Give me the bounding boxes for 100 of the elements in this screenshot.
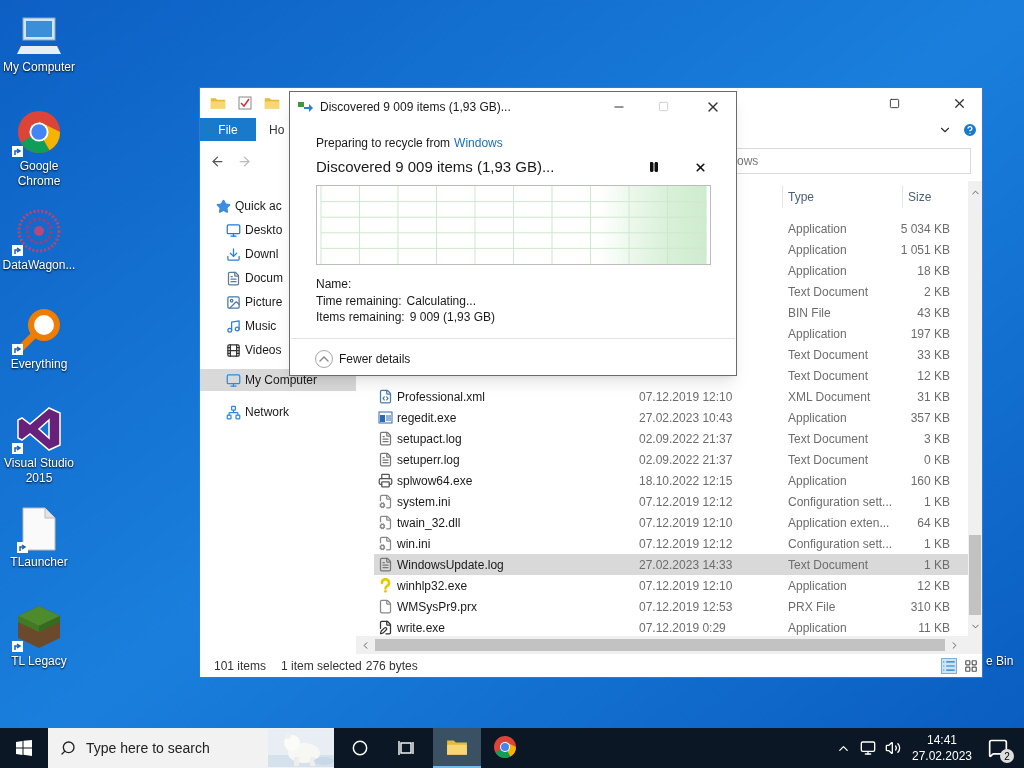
file-type: Application [788, 263, 847, 278]
file-type: Application exten... [788, 515, 890, 530]
visual-studio-icon [16, 406, 62, 452]
transfer-icon [298, 100, 314, 113]
file-row[interactable]: WindowsUpdate.log 27.02.2023 14:33 Text Document 1 KB [374, 554, 968, 575]
question-mark-icon [378, 578, 393, 593]
file-size: 357 KB [910, 409, 950, 427]
file-row[interactable]: system.ini 07.12.2019 12:12 Configuration sett... 1 KB [374, 491, 968, 512]
progress-heading: Discovered 9 009 items (1,93 GB)... [316, 156, 555, 177]
back-icon[interactable] [210, 153, 225, 169]
detail-value: Calculating... [406, 292, 476, 309]
file-row[interactable]: write.exe 07.12.2019 0:29 Application 11 KB [374, 617, 968, 638]
nav-item[interactable]: Downl [200, 243, 356, 265]
file-size: 11 KB [918, 619, 950, 637]
file-row[interactable]: twain_32.dll 07.12.2019 12:10 Application exten... 64 KB [374, 512, 968, 533]
desktop-icon-label[interactable]: DataWagon... [2, 258, 76, 273]
nav-item[interactable]: Quick ac [200, 195, 356, 217]
source-link[interactable]: Windows [454, 134, 503, 152]
film-icon [226, 342, 241, 358]
desktop-icon-label[interactable]: My Computer [3, 60, 75, 75]
text-file-icon [378, 452, 393, 467]
file-size: 12 KB [917, 367, 950, 385]
clock[interactable]: 14:41 27.02.2023 [911, 732, 973, 764]
file-row[interactable]: winhlp32.exe 07.12.2019 12:10 Application 12 KB [374, 575, 968, 596]
desktop-icon-label[interactable]: Visual Studio 2015 [0, 456, 78, 486]
file-size: 1 KB [924, 556, 950, 574]
task-view-icon[interactable] [398, 740, 416, 756]
column-header[interactable]: Size [903, 186, 968, 208]
windows-logo-icon [16, 740, 32, 756]
desktop-icon-label[interactable]: Everything [10, 357, 68, 372]
chrome-icon [493, 735, 517, 759]
file-menu-tab[interactable]: File [200, 118, 256, 141]
gear-file-icon [378, 494, 393, 509]
help-icon[interactable] [962, 121, 978, 138]
mandala-icon [16, 208, 62, 254]
file-row[interactable]: Professional.xml 07.12.2019 12:10 XML Document 31 KB [374, 386, 968, 407]
file-row[interactable]: setupact.log 02.09.2022 21:37 Text Document 3 KB [374, 428, 968, 449]
file-type: Application [788, 242, 847, 257]
nav-item[interactable]: Deskto [200, 219, 356, 241]
file-name: setupact.log [397, 430, 462, 448]
desktop-icon-label[interactable]: e Bin [986, 652, 1014, 670]
file-size: 18 KB [917, 262, 950, 280]
search-field[interactable]: ows [735, 148, 971, 174]
nav-item[interactable]: Network [200, 401, 356, 423]
file-row[interactable]: splwow64.exe 18.10.2022 12:15 Application 160 KB [374, 470, 968, 491]
detail-label: Name: [316, 276, 352, 293]
file-row[interactable]: WMSysPr9.prx 07.12.2019 12:53 PRX File 310 KB [374, 596, 968, 617]
column-header[interactable]: Type [783, 186, 903, 208]
desktop-icon-label[interactable]: TLauncher [10, 555, 68, 570]
file-date: 27.02.2023 14:33 [639, 557, 733, 572]
window-title: Discovered 9 009 items (1,93 GB)... [320, 98, 511, 116]
file-size: 310 KB [910, 598, 950, 616]
file-type: PRX File [788, 599, 836, 614]
desktop-icon-label[interactable]: Google Chrome [0, 159, 78, 189]
tiles-view-icon[interactable] [964, 658, 978, 673]
gear-file-icon [378, 536, 393, 551]
computer-icon [17, 16, 61, 56]
registry-icon [378, 410, 393, 425]
code-file-icon [378, 389, 393, 404]
file-size: 31 KB [917, 388, 950, 406]
grass-block-icon [16, 604, 62, 650]
notification-count: 2 [1000, 749, 1014, 763]
detail-label: Items remaining: [316, 309, 405, 326]
file-name: winhlp32.exe [397, 577, 468, 595]
scrollbar-thumb[interactable] [969, 535, 981, 615]
file-row[interactable]: regedit.exe 27.02.2023 10:43 Application 357 KB [374, 407, 968, 428]
document-icon [226, 270, 241, 286]
ribbon-tab[interactable]: Ho [256, 118, 298, 141]
file-type: Text Document [788, 557, 869, 572]
taskbar-app[interactable] [433, 728, 481, 768]
maximize-icon[interactable] [889, 97, 900, 109]
search-field[interactable]: Type here to search [48, 728, 334, 768]
checklist-icon[interactable] [238, 96, 252, 110]
pause-icon[interactable] [648, 161, 660, 173]
detail-label: Time remaining: [316, 292, 402, 309]
cortana-icon[interactable] [352, 740, 368, 756]
file-row[interactable]: setuperr.log 02.09.2022 21:37 Text Document 0 KB [374, 449, 968, 470]
fewer-details-button[interactable]: Fewer details [315, 349, 411, 368]
network-icon [226, 404, 241, 420]
desktop-icon-label[interactable]: TL Legacy [11, 654, 67, 669]
file-size: 197 KB [910, 325, 950, 343]
chrome-icon [16, 109, 62, 155]
horizontal-scrollbar[interactable] [356, 636, 982, 654]
details-view-icon[interactable] [941, 657, 957, 674]
file-type: Application [788, 221, 847, 236]
source-label: Preparing to recycle from [316, 135, 451, 152]
scrollbar-thumb[interactable] [375, 639, 945, 651]
file-type: Text Document [788, 452, 869, 467]
file-name: WMSysPr9.prx [397, 598, 477, 616]
vertical-scrollbar[interactable] [968, 181, 982, 636]
file-date: 18.10.2022 12:15 [639, 473, 733, 488]
printer-icon [378, 473, 393, 488]
cancel-icon[interactable] [694, 160, 707, 174]
file-size: 64 KB [917, 514, 950, 532]
file-name: WindowsUpdate.log [397, 556, 504, 574]
volume-icon[interactable] [885, 740, 901, 756]
file-size: 160 KB [910, 472, 950, 490]
network-icon[interactable] [860, 740, 876, 756]
file-row[interactable]: win.ini 07.12.2019 12:12 Configuration sett... 1 KB [374, 533, 968, 554]
file-type: Application [788, 473, 847, 488]
